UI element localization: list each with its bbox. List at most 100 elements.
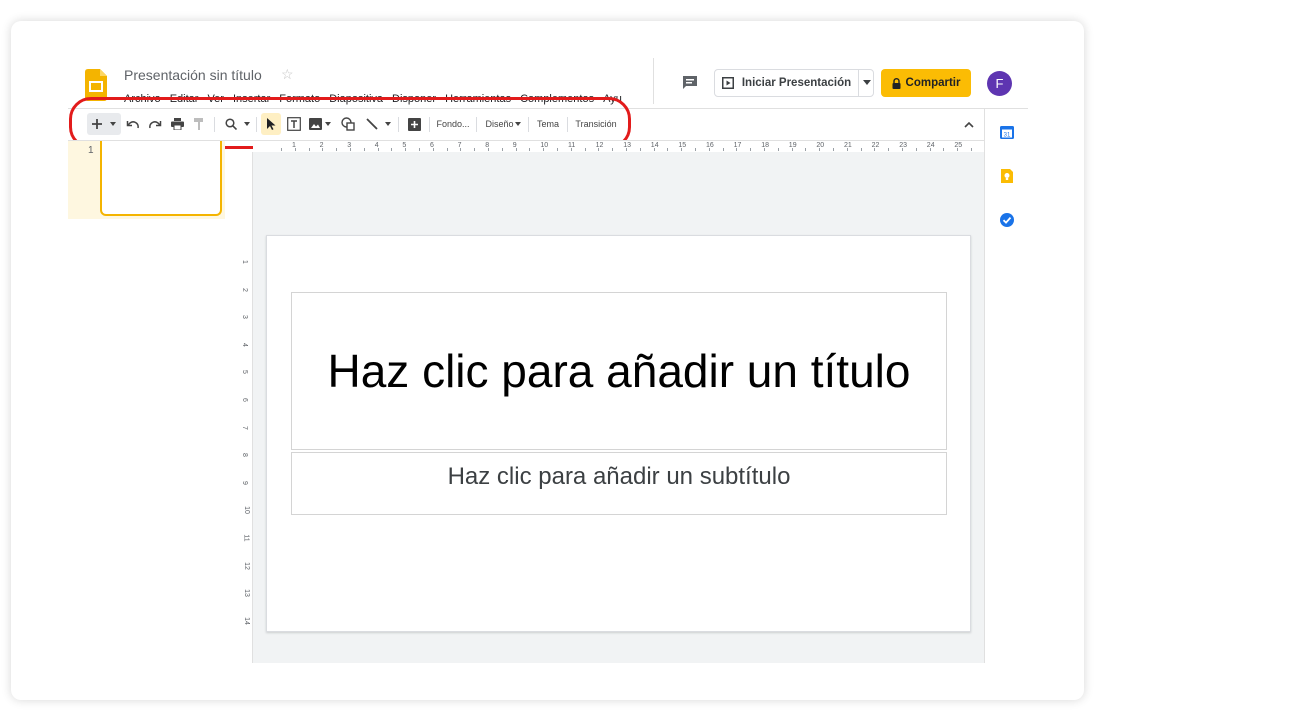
ruler-tick [474, 148, 476, 151]
menu-ver[interactable]: Ver [207, 93, 224, 105]
theme-button[interactable]: Tema [534, 113, 562, 135]
toolbar: Fondo... Diseño Tema Transición [86, 113, 986, 135]
zoom-icon [224, 118, 237, 130]
ruler-tick-label: 19 [788, 142, 797, 149]
redo-icon [149, 121, 162, 129]
text-box-button[interactable] [286, 113, 302, 135]
ruler-tick [833, 148, 834, 151]
menu-diapositiva[interactable]: Diapositiva [329, 93, 383, 105]
cursor-arrow-icon [266, 118, 275, 130]
ruler-tick [805, 148, 807, 151]
ruler-tick [860, 148, 862, 151]
side-panel-divider [984, 108, 985, 663]
share-button[interactable]: Compartir [881, 69, 971, 97]
present-button[interactable]: Iniciar Presentación [715, 70, 858, 96]
ruler-tick [750, 148, 752, 151]
chevron-down-icon [384, 122, 391, 126]
ruler-tick-label: 17 [733, 142, 742, 149]
ruler-tick [874, 148, 876, 151]
calendar-icon[interactable]: 31 [999, 124, 1015, 140]
avatar[interactable]: F [987, 71, 1012, 96]
subtitle-placeholder[interactable]: Haz clic para añadir un subtítulo [291, 452, 947, 515]
menu-archivo[interactable]: Archivo [124, 93, 161, 105]
title-placeholder[interactable]: Haz clic para añadir un título [291, 292, 947, 450]
print-button[interactable] [169, 113, 185, 135]
paint-format-button[interactable] [192, 113, 206, 135]
present-button-label: Iniciar Presentación [741, 77, 852, 89]
ruler-tick [695, 148, 696, 151]
document-title[interactable]: Presentación sin título [124, 67, 262, 83]
menu-complementos[interactable]: Complementos [520, 93, 594, 105]
ruler-tick [819, 148, 821, 151]
line-button[interactable] [363, 113, 393, 135]
ruler-tick-label: 22 [871, 142, 880, 149]
redo-button[interactable] [147, 113, 163, 135]
shape-button[interactable] [339, 113, 356, 135]
ruler-tick-label: 8 [241, 453, 248, 458]
zoom-button[interactable] [221, 113, 253, 135]
undo-icon [126, 121, 139, 129]
chevron-down-icon [514, 122, 521, 126]
background-button[interactable]: Fondo... [434, 113, 472, 135]
star-icon[interactable]: ☆ [281, 66, 294, 83]
ruler-tick [322, 148, 324, 151]
ruler-tick-label: 11 [242, 534, 250, 542]
ruler-tick-label: 12 [595, 142, 604, 149]
ruler-tick-label: 15 [678, 142, 687, 149]
keep-icon[interactable] [999, 168, 1015, 184]
share-button-label: Compartir [905, 77, 961, 89]
menu-insertar[interactable]: Insertar [233, 93, 270, 105]
ruler-tick [626, 148, 627, 151]
insert-comment-button[interactable] [406, 113, 422, 135]
layout-button-label: Diseño [485, 119, 514, 129]
collapse-menus-button[interactable] [960, 113, 978, 135]
ruler-tick-label: 24 [926, 142, 935, 149]
menu-herramientas[interactable]: Herramientas [445, 93, 511, 105]
ruler-tick-label: 23 [899, 142, 907, 149]
chevron-down-icon [110, 122, 116, 126]
image-button[interactable] [307, 113, 333, 135]
new-slide-button[interactable] [87, 113, 121, 135]
toolbar-separator [567, 117, 568, 132]
undo-button[interactable] [125, 113, 141, 135]
ruler-tick [915, 148, 917, 151]
ruler-tick-label: 25 [954, 142, 963, 149]
menu-ayuda[interactable]: Ayu [603, 93, 622, 105]
present-options-chevron-down-icon[interactable] [863, 80, 871, 85]
paint-format-icon [194, 118, 203, 130]
ruler-tick [846, 148, 848, 151]
present-button-group: Iniciar Presentación [714, 69, 874, 97]
menu-disponer[interactable]: Disponer [392, 93, 436, 105]
ruler-tick [350, 148, 351, 151]
chevron-down-icon [243, 122, 250, 126]
line-icon [365, 118, 378, 130]
horizontal-ruler[interactable]: 1 2 3 4 5 6 7 8 9 10 11 12 13 14 15 16 17 18 19 20 21 22 23 24 2… [253, 141, 984, 151]
ruler-tick [557, 148, 558, 151]
layout-button[interactable]: Diseño [483, 113, 523, 135]
ruler-tick [294, 148, 296, 151]
ruler-tick [736, 148, 738, 151]
ruler-tick [419, 148, 420, 151]
vertical-ruler[interactable]: 1 2 3 4 5 6 7 8 9 10 11 12 13 14 [241, 152, 253, 663]
slide-number: 1 [88, 145, 94, 156]
slide-thumbnail[interactable] [100, 141, 222, 216]
ruler-tick [653, 148, 655, 151]
ruler-tick-label: 9 [241, 480, 248, 485]
menu-formato[interactable]: Formato [279, 93, 320, 105]
ruler-tick [971, 148, 972, 151]
ruler-tick [336, 148, 338, 151]
google-slides-logo-icon[interactable] [85, 69, 107, 101]
ruler-tick-label: 10 [540, 142, 549, 149]
transition-button[interactable]: Transición [573, 113, 619, 135]
ruler-tick [612, 148, 614, 151]
menu-editar[interactable]: Editar [170, 93, 199, 105]
select-tool-button[interactable] [261, 113, 281, 135]
ruler-tick-label: 16 [706, 142, 714, 149]
ruler-tick [943, 148, 945, 151]
toolbar-separator [256, 117, 257, 132]
ruler-tick [667, 148, 669, 151]
tasks-icon[interactable] [999, 212, 1015, 228]
comment-icon[interactable] [681, 74, 699, 92]
ruler-tick [501, 148, 503, 151]
ruler-tick-label: 4 [241, 342, 248, 347]
